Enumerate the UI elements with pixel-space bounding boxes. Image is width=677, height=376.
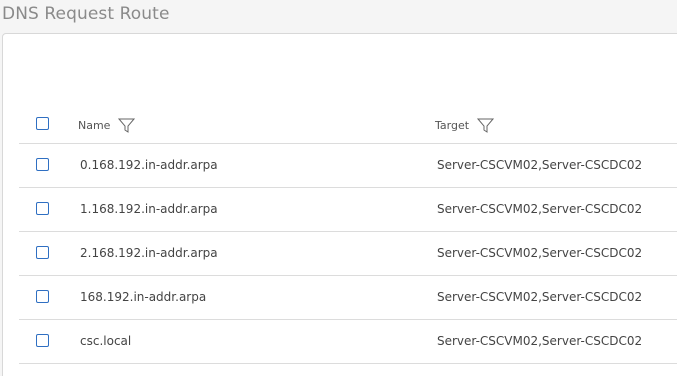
filter-icon[interactable]: [118, 118, 136, 133]
row-checkbox[interactable]: [36, 334, 49, 347]
page-title: DNS Request Route: [2, 4, 170, 24]
table-row[interactable]: csc.local Server-CSCVM02,Server-CSCDC02: [19, 319, 677, 364]
dns-request-route-panel: Name Target 0.168.192.in-addr.arpa Serve…: [2, 33, 677, 376]
row-checkbox[interactable]: [36, 158, 49, 171]
filter-icon[interactable]: [476, 118, 495, 133]
column-header-name[interactable]: Name: [78, 118, 136, 133]
row-target: Server-CSCVM02,Server-CSCDC02: [437, 290, 643, 304]
row-target: Server-CSCVM02,Server-CSCDC02: [437, 202, 643, 216]
column-header-target[interactable]: Target: [435, 118, 495, 133]
page: DNS Request Route Name Target 0.168.192.…: [0, 0, 677, 376]
table-row[interactable]: 2.168.192.in-addr.arpa Server-CSCVM02,Se…: [19, 231, 677, 275]
row-checkbox[interactable]: [36, 202, 49, 215]
row-target: Server-CSCVM02,Server-CSCDC02: [437, 158, 643, 172]
row-checkbox[interactable]: [36, 290, 49, 303]
select-all-checkbox[interactable]: [36, 117, 49, 130]
table-row[interactable]: 1.168.192.in-addr.arpa Server-CSCVM02,Se…: [19, 187, 677, 231]
row-target: Server-CSCVM02,Server-CSCDC02: [437, 334, 643, 348]
row-name: 168.192.in-addr.arpa: [80, 290, 207, 304]
table-body: 0.168.192.in-addr.arpa Server-CSCVM02,Se…: [19, 143, 677, 364]
row-name: csc.local: [80, 334, 132, 348]
row-name: 1.168.192.in-addr.arpa: [80, 202, 218, 216]
row-name: 0.168.192.in-addr.arpa: [80, 158, 218, 172]
row-name: 2.168.192.in-addr.arpa: [80, 246, 218, 260]
table-row[interactable]: 0.168.192.in-addr.arpa Server-CSCVM02,Se…: [19, 143, 677, 187]
table-row[interactable]: 168.192.in-addr.arpa Server-CSCVM02,Serv…: [19, 275, 677, 319]
column-header-target-label: Target: [435, 119, 470, 132]
row-target: Server-CSCVM02,Server-CSCDC02: [437, 246, 643, 260]
row-checkbox[interactable]: [36, 246, 49, 259]
column-header-name-label: Name: [78, 119, 111, 132]
